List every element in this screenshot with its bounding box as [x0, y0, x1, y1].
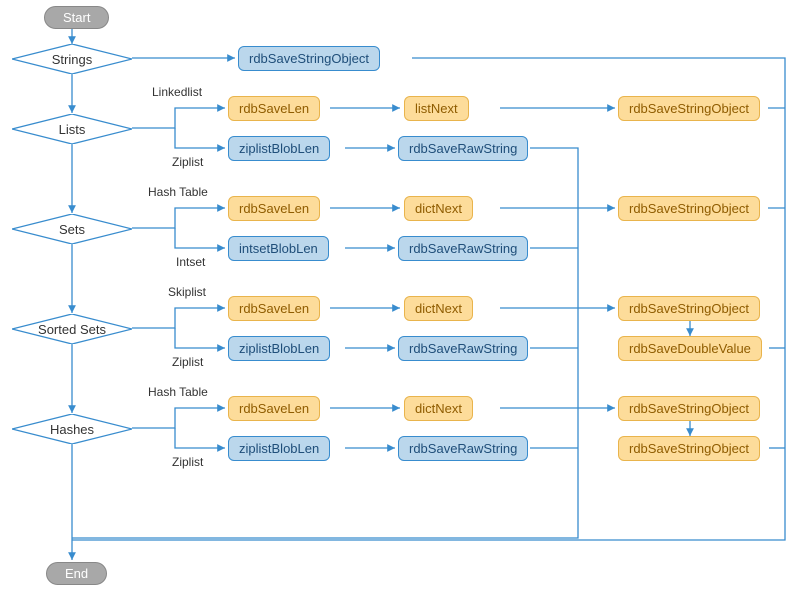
node-lists-savelen-label: rdbSaveLen — [239, 101, 309, 116]
node-hashes-dictnext-label: dictNext — [415, 401, 462, 416]
node-sets-intsetbloblen: intsetBlobLen — [228, 236, 329, 261]
decision-sets: Sets — [12, 214, 132, 244]
label-sortedsets-ziplist: Ziplist — [172, 355, 203, 369]
decision-hashes: Hashes — [12, 414, 132, 444]
node-hashes-dictnext: dictNext — [404, 396, 473, 421]
decision-sorted-sets: Sorted Sets — [12, 314, 132, 344]
node-strings-save: rdbSaveStringObject — [238, 46, 380, 71]
node-sortedsets-zipbloblen: ziplistBlobLen — [228, 336, 330, 361]
node-strings-save-label: rdbSaveStringObject — [249, 51, 369, 66]
node-sets-savestr-label: rdbSaveStringObject — [629, 201, 749, 216]
node-lists-listnext: listNext — [404, 96, 469, 121]
node-sets-saveraw-label: rdbSaveRawString — [409, 241, 517, 256]
node-sets-dictnext-label: dictNext — [415, 201, 462, 216]
label-hashes-hashtable: Hash Table — [148, 385, 208, 399]
decision-sets-label: Sets — [59, 222, 85, 237]
node-hashes-savelen-label: rdbSaveLen — [239, 401, 309, 416]
node-sortedsets-savelen-label: rdbSaveLen — [239, 301, 309, 316]
node-hashes-saveraw-label: rdbSaveRawString — [409, 441, 517, 456]
node-sortedsets-saveraw: rdbSaveRawString — [398, 336, 528, 361]
node-sortedsets-dictnext-label: dictNext — [415, 301, 462, 316]
label-linkedlist: Linkedlist — [152, 85, 202, 99]
node-sets-savestr: rdbSaveStringObject — [618, 196, 760, 221]
node-lists-zipbloblen-label: ziplistBlobLen — [239, 141, 319, 156]
decision-hashes-label: Hashes — [50, 422, 94, 437]
node-sortedsets-dictnext: dictNext — [404, 296, 473, 321]
label-sets-intset: Intset — [176, 255, 205, 269]
node-lists-savelen: rdbSaveLen — [228, 96, 320, 121]
node-sets-intsetbloblen-label: intsetBlobLen — [239, 241, 318, 256]
node-lists-zipbloblen: ziplistBlobLen — [228, 136, 330, 161]
label-sets-hashtable: Hash Table — [148, 185, 208, 199]
node-hashes-zipbloblen-label: ziplistBlobLen — [239, 441, 319, 456]
node-sortedsets-zipbloblen-label: ziplistBlobLen — [239, 341, 319, 356]
node-sets-saveraw: rdbSaveRawString — [398, 236, 528, 261]
end-label: End — [65, 566, 88, 581]
decision-lists: Lists — [12, 114, 132, 144]
node-sets-dictnext: dictNext — [404, 196, 473, 221]
node-lists-saveraw: rdbSaveRawString — [398, 136, 528, 161]
node-hashes-savestr2: rdbSaveStringObject — [618, 436, 760, 461]
node-sortedsets-savedouble-label: rdbSaveDoubleValue — [629, 341, 751, 356]
node-hashes-savestr1: rdbSaveStringObject — [618, 396, 760, 421]
node-lists-savestr: rdbSaveStringObject — [618, 96, 760, 121]
node-sortedsets-savestr: rdbSaveStringObject — [618, 296, 760, 321]
node-sortedsets-savestr-label: rdbSaveStringObject — [629, 301, 749, 316]
label-hashes-ziplist: Ziplist — [172, 455, 203, 469]
decision-strings-label: Strings — [52, 52, 92, 67]
decision-sorted-sets-label: Sorted Sets — [38, 322, 106, 337]
node-hashes-saveraw: rdbSaveRawString — [398, 436, 528, 461]
node-sortedsets-savedouble: rdbSaveDoubleValue — [618, 336, 762, 361]
node-lists-saveraw-label: rdbSaveRawString — [409, 141, 517, 156]
decision-strings: Strings — [12, 44, 132, 74]
start-label: Start — [63, 10, 90, 25]
node-lists-savestr-label: rdbSaveStringObject — [629, 101, 749, 116]
label-lists-ziplist: Ziplist — [172, 155, 203, 169]
node-hashes-zipbloblen: ziplistBlobLen — [228, 436, 330, 461]
node-sortedsets-saveraw-label: rdbSaveRawString — [409, 341, 517, 356]
node-hashes-savestr2-label: rdbSaveStringObject — [629, 441, 749, 456]
node-sets-savelen: rdbSaveLen — [228, 196, 320, 221]
node-lists-listnext-label: listNext — [415, 101, 458, 116]
end-terminal: End — [46, 562, 107, 585]
label-sortedsets-skiplist: Skiplist — [168, 285, 206, 299]
decision-lists-label: Lists — [59, 122, 86, 137]
start-terminal: Start — [44, 6, 109, 29]
node-hashes-savelen: rdbSaveLen — [228, 396, 320, 421]
node-sortedsets-savelen: rdbSaveLen — [228, 296, 320, 321]
node-sets-savelen-label: rdbSaveLen — [239, 201, 309, 216]
node-hashes-savestr1-label: rdbSaveStringObject — [629, 401, 749, 416]
